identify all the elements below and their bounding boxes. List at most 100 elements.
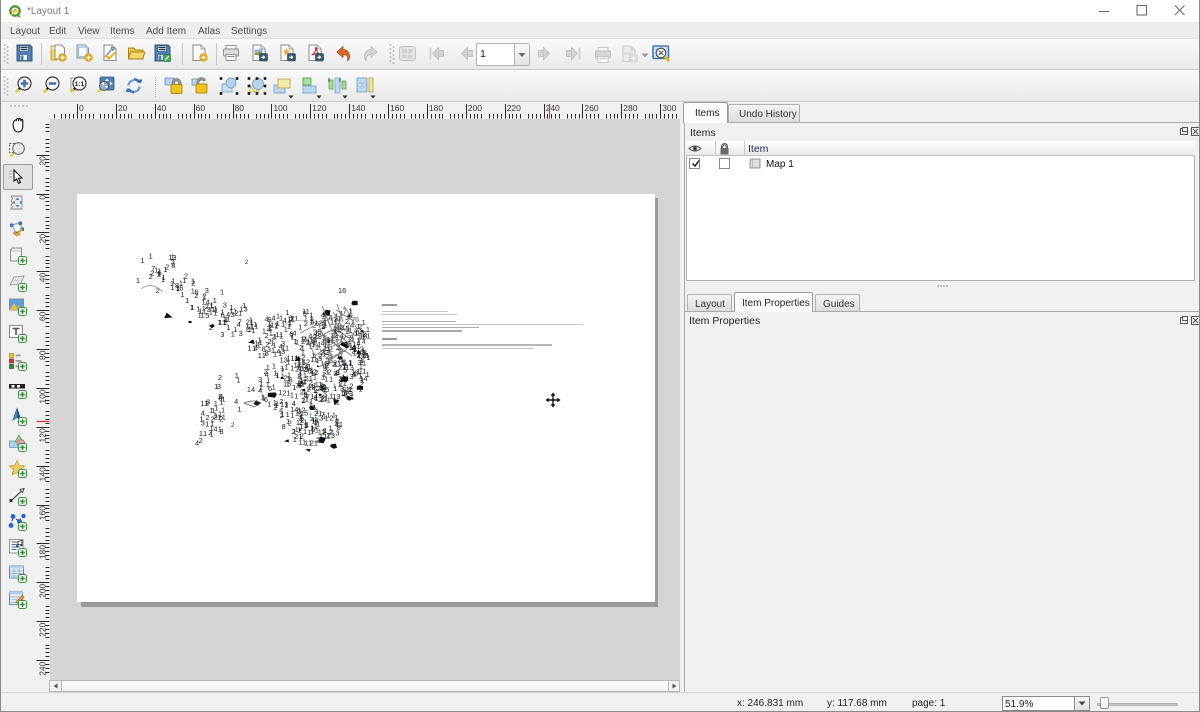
svg-text:1: 1 xyxy=(303,371,307,380)
svg-text:2: 2 xyxy=(165,262,169,271)
svg-text:1: 1 xyxy=(190,303,194,312)
svg-text:1: 1 xyxy=(284,325,288,334)
svg-text:14: 14 xyxy=(247,385,255,394)
svg-text:2: 2 xyxy=(265,331,269,340)
svg-text:5: 5 xyxy=(303,309,307,318)
svg-text:1: 1 xyxy=(149,252,153,261)
svg-text:1: 1 xyxy=(247,344,251,353)
svg-text:1: 1 xyxy=(258,351,262,360)
svg-text:1: 1 xyxy=(353,369,357,378)
svg-text:6: 6 xyxy=(194,287,198,296)
svg-text:2: 2 xyxy=(301,396,305,405)
svg-text:1: 1 xyxy=(308,363,312,372)
svg-text:1: 1 xyxy=(179,278,183,287)
svg-text:16: 16 xyxy=(338,286,346,295)
svg-text:1: 1 xyxy=(294,361,298,370)
svg-text:1: 1 xyxy=(286,358,290,367)
svg-text:3: 3 xyxy=(336,368,340,377)
svg-text:2: 2 xyxy=(206,413,210,422)
svg-text:3: 3 xyxy=(201,419,205,428)
svg-text:1: 1 xyxy=(237,405,241,414)
svg-text:3: 3 xyxy=(281,347,285,356)
svg-text:1: 1 xyxy=(191,276,195,285)
svg-text:1: 1 xyxy=(329,392,333,401)
svg-text:1: 1 xyxy=(162,273,166,282)
svg-text:1: 1 xyxy=(348,358,352,367)
svg-text:11: 11 xyxy=(335,420,343,429)
svg-text:1: 1 xyxy=(140,256,144,265)
svg-text:1: 1 xyxy=(136,276,140,285)
svg-text:4: 4 xyxy=(322,382,326,391)
svg-text:1: 1 xyxy=(309,397,313,406)
svg-text:11: 11 xyxy=(287,315,295,324)
svg-text:1: 1 xyxy=(214,382,218,391)
svg-text:3: 3 xyxy=(220,330,224,339)
svg-text:1: 1 xyxy=(170,279,174,288)
svg-text:1: 1 xyxy=(259,379,263,388)
svg-text:1: 1 xyxy=(305,395,309,404)
svg-text:1: 1 xyxy=(290,391,294,400)
svg-text:1: 1 xyxy=(279,314,283,323)
svg-text:3: 3 xyxy=(223,300,227,309)
svg-text:1: 1 xyxy=(307,428,311,437)
svg-text:2: 2 xyxy=(304,319,308,328)
svg-text:1: 1 xyxy=(325,414,329,423)
svg-text:1: 1 xyxy=(271,346,275,355)
svg-text:21: 21 xyxy=(310,439,318,448)
svg-text:1: 1 xyxy=(218,425,222,434)
svg-text:1: 1 xyxy=(366,370,370,379)
svg-text:11: 11 xyxy=(219,318,227,327)
svg-text:21: 21 xyxy=(314,409,322,418)
svg-text:1: 1 xyxy=(171,252,175,261)
svg-text:2: 2 xyxy=(205,399,209,408)
svg-text:1: 1 xyxy=(353,343,357,352)
svg-text:2: 2 xyxy=(314,368,318,377)
svg-text:2: 2 xyxy=(359,358,363,367)
svg-text:7: 7 xyxy=(238,317,242,326)
svg-text:2: 2 xyxy=(219,414,223,423)
svg-text:1: 1 xyxy=(233,325,237,334)
svg-text:1: 1 xyxy=(254,322,258,331)
svg-text:1: 1 xyxy=(272,383,276,392)
svg-text:1: 1 xyxy=(266,363,270,372)
svg-text:1: 1 xyxy=(242,301,246,310)
svg-text:1: 1 xyxy=(214,411,218,420)
svg-text:3: 3 xyxy=(239,329,243,338)
svg-text:1: 1 xyxy=(180,290,184,299)
svg-text:1: 1 xyxy=(203,429,207,438)
svg-text:1: 1 xyxy=(185,296,189,305)
svg-text:2: 2 xyxy=(245,260,249,266)
svg-text:1: 1 xyxy=(236,376,240,385)
svg-text:3: 3 xyxy=(205,286,209,295)
svg-text:2: 2 xyxy=(231,423,235,429)
svg-text:1: 1 xyxy=(220,287,224,296)
svg-text:4: 4 xyxy=(279,406,283,415)
svg-text:7: 7 xyxy=(280,367,284,376)
svg-text:1: 1 xyxy=(275,371,279,380)
svg-text:21: 21 xyxy=(294,432,302,441)
svg-text:4: 4 xyxy=(276,347,280,356)
svg-text:1: 1 xyxy=(304,420,308,429)
svg-text:2: 2 xyxy=(309,378,313,387)
svg-text:8: 8 xyxy=(262,345,266,354)
svg-text:1: 1 xyxy=(366,353,370,362)
svg-text:3: 3 xyxy=(335,429,339,438)
svg-text:1: 1 xyxy=(321,322,325,331)
svg-text:2: 2 xyxy=(269,323,273,332)
svg-text:1: 1 xyxy=(298,323,302,332)
svg-text:4: 4 xyxy=(213,425,217,434)
svg-text:2: 2 xyxy=(265,340,269,349)
svg-text:1: 1 xyxy=(287,371,291,380)
svg-text:1: 1 xyxy=(315,426,319,435)
svg-text:1: 1 xyxy=(301,348,305,357)
svg-text:8: 8 xyxy=(171,261,175,270)
svg-text:1: 1 xyxy=(257,341,261,350)
svg-text:4: 4 xyxy=(195,438,199,447)
svg-text:1: 1 xyxy=(299,414,303,423)
svg-text:1: 1 xyxy=(250,318,254,327)
svg-text:1: 1 xyxy=(202,304,206,313)
svg-text:1: 1 xyxy=(261,393,265,402)
svg-text:4: 4 xyxy=(314,387,318,396)
svg-text:1: 1 xyxy=(309,311,313,320)
svg-text:1: 1 xyxy=(209,424,213,433)
